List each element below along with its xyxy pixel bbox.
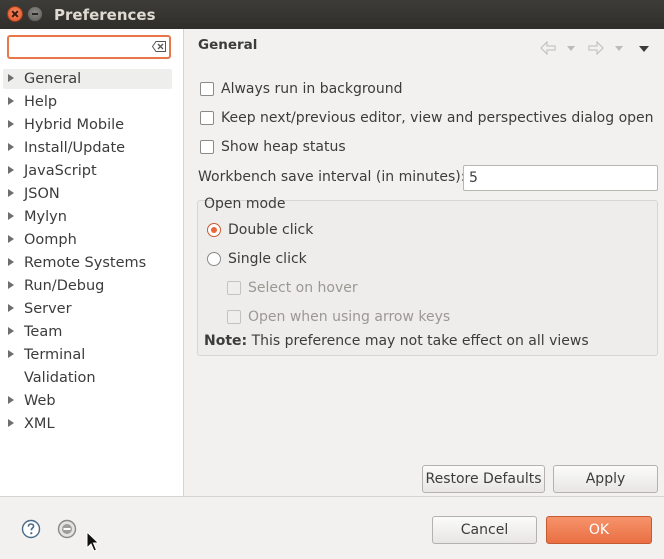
restore-defaults-button[interactable]: Restore Defaults [422,465,545,493]
back-history-dropdown-icon[interactable] [567,46,575,51]
back-arrow-icon[interactable] [540,41,556,55]
tree-item-label: Server [24,301,72,317]
expand-arrow-icon[interactable] [8,281,14,289]
expand-arrow-icon[interactable] [8,235,14,243]
status-icon[interactable] [57,519,77,539]
title-bar: Preferences [0,0,664,29]
preference-tree-panel: General Help Hybrid Mobile Install/Update Ja… [0,29,184,496]
tree-item-run-debug[interactable]: Run/Debug [0,276,183,299]
note-body: This preference may not take effect on a… [251,333,589,349]
tree-item-label: General [24,71,82,87]
forward-arrow-icon[interactable] [588,41,604,55]
double-click-radio[interactable] [207,223,221,237]
close-window-button[interactable] [7,6,23,22]
page-title: General [198,37,258,53]
help-icon[interactable] [21,519,41,539]
always-run-background-checkbox[interactable] [200,82,214,96]
tree-item-oomph[interactable]: Oomph [0,230,183,253]
expand-arrow-icon[interactable] [8,189,14,197]
tree-item-label: Web [24,393,56,409]
open-arrow-keys-checkbox [227,310,241,324]
select-on-hover-label: Select on hover [248,280,358,296]
tree-item-xml[interactable]: XML [0,414,183,437]
tree-item-team[interactable]: Team [0,322,183,345]
tree-item-validation[interactable]: Validation [0,368,183,391]
always-run-background-label: Always run in background [221,81,403,97]
show-heap-status-checkbox[interactable] [200,140,214,154]
save-interval-label: Workbench save interval (in minutes): [198,169,466,185]
open-mode-title: Open mode [204,196,286,212]
tree-item-terminal[interactable]: Terminal [0,345,183,368]
expand-arrow-icon[interactable] [8,258,14,266]
apply-button[interactable]: Apply [553,465,658,493]
tree-item-general[interactable]: General [0,69,183,92]
expand-arrow-icon[interactable] [8,166,14,174]
preference-tree: General Help Hybrid Mobile Install/Update Ja… [0,69,183,437]
expand-arrow-icon[interactable] [8,304,14,312]
save-interval-input[interactable]: 5 [463,165,658,191]
tree-item-remote-systems[interactable]: Remote Systems [0,253,183,276]
clear-filter-icon[interactable] [152,41,166,52]
expand-arrow-icon[interactable] [8,350,14,358]
double-click-label: Double click [228,222,314,238]
cancel-button[interactable]: Cancel [432,516,537,544]
ok-button[interactable]: OK [546,516,652,544]
tree-item-label: Validation [24,370,96,386]
minimize-window-button[interactable] [27,6,43,22]
tree-item-label: Remote Systems [24,255,147,271]
window-title: Preferences [54,6,156,24]
expand-arrow-icon[interactable] [8,74,14,82]
forward-history-dropdown-icon[interactable] [615,46,623,51]
tree-item-javascript[interactable]: JavaScript [0,161,183,184]
expand-arrow-icon[interactable] [8,143,14,151]
tree-item-help[interactable]: Help [0,92,183,115]
open-arrow-keys-label: Open when using arrow keys [248,309,451,325]
keep-next-previous-checkbox[interactable] [200,111,214,125]
tree-item-label: Hybrid Mobile [24,117,125,133]
tree-item-web[interactable]: Web [0,391,183,414]
tree-item-label: Run/Debug [24,278,105,294]
tree-item-label: Help [24,94,58,110]
single-click-radio[interactable] [207,252,221,266]
expand-arrow-icon[interactable] [8,419,14,427]
tree-item-mylyn[interactable]: Mylyn [0,207,183,230]
expand-arrow-icon[interactable] [8,120,14,128]
expand-arrow-icon[interactable] [8,97,14,105]
expand-arrow-icon[interactable] [8,396,14,404]
note-bold-label: Note: [204,333,248,349]
tree-item-install-update[interactable]: Install/Update [0,138,183,161]
expand-arrow-icon[interactable] [8,212,14,220]
tree-item-label: JavaScript [24,163,97,179]
expand-arrow-icon[interactable] [8,327,14,335]
mouse-cursor-icon [86,531,100,552]
single-click-label: Single click [228,251,307,267]
button-bar-separator [0,496,664,497]
show-heap-status-label: Show heap status [221,139,346,155]
tree-item-label: Install/Update [24,140,126,156]
select-on-hover-checkbox [227,281,241,295]
keep-next-previous-label: Keep next/previous editor, view and pers… [221,110,654,126]
page-navigation [536,41,654,57]
tree-item-label: JSON [24,186,60,202]
tree-item-label: Team [24,324,63,340]
note-text: Note: This preference may not take effec… [204,333,589,349]
tree-item-label: Terminal [24,347,86,363]
view-menu-icon[interactable] [639,46,649,52]
tree-item-label: XML [24,416,55,432]
filter-input[interactable] [7,35,171,59]
tree-item-json[interactable]: JSON [0,184,183,207]
tree-item-label: Oomph [24,232,77,248]
tree-item-label: Mylyn [24,209,67,225]
tree-item-hybrid-mobile[interactable]: Hybrid Mobile [0,115,183,138]
tree-item-server[interactable]: Server [0,299,183,322]
